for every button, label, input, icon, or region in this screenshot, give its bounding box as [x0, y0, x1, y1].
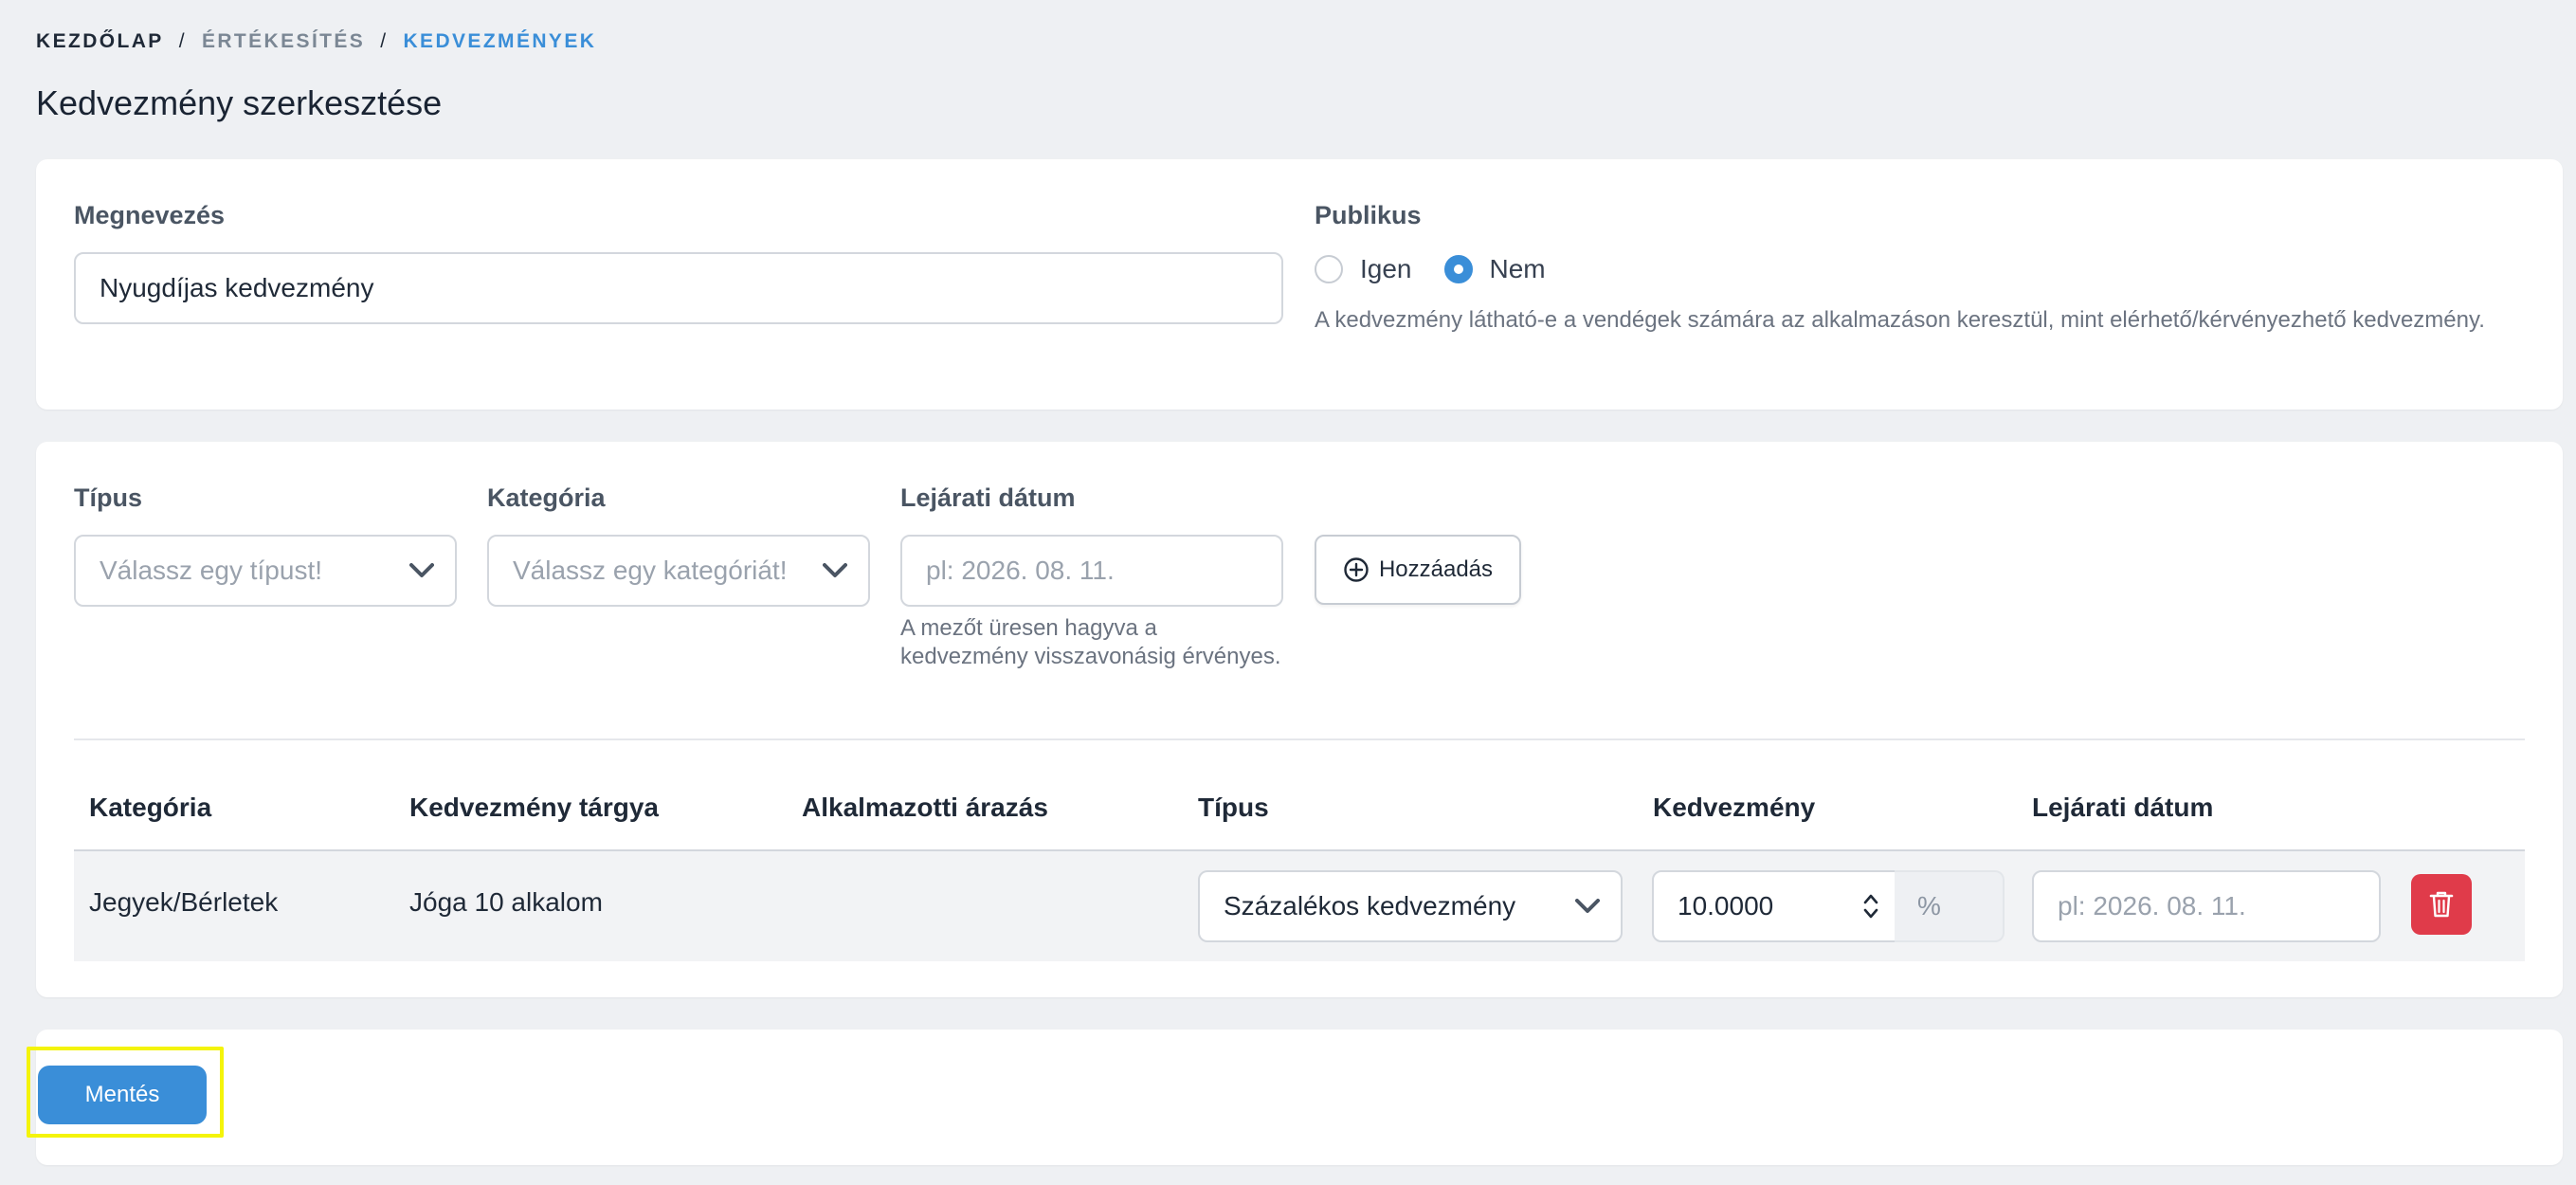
- public-radio-group: Igen Nem: [1315, 254, 1546, 284]
- name-input-value: Nyugdíjas kedvezmény: [100, 273, 374, 302]
- public-help-text: A kedvezmény látható-e a vendégek számár…: [1315, 307, 2485, 333]
- save-button[interactable]: Mentés: [38, 1066, 207, 1124]
- public-radio-no[interactable]: [1443, 255, 1473, 283]
- section-divider: [74, 738, 2525, 740]
- column-header-expiry: Lejárati dátum: [2032, 793, 2214, 822]
- column-header-category: Kategória: [89, 793, 212, 822]
- trash-icon: [2429, 891, 2454, 918]
- page-title: Kedvezmény szerkesztése: [36, 83, 443, 122]
- column-header-discount: Kedvezmény: [1653, 793, 1816, 822]
- breadcrumb-separator: /: [380, 30, 389, 52]
- row-discount-value: 10.0000: [1678, 891, 1774, 921]
- general-card: Megnevezés Nyugdíjas kedvezmény Publikus…: [36, 159, 2563, 410]
- chevron-down-icon: [409, 563, 434, 577]
- breadcrumb-home[interactable]: KEZDŐLAP: [36, 30, 164, 53]
- chevron-down-icon: [1575, 899, 1600, 913]
- expiry-date-input[interactable]: pl: 2026. 08. 11.: [900, 535, 1283, 607]
- row-discount-unit: %: [1895, 870, 2005, 942]
- delete-row-button[interactable]: [2411, 874, 2472, 935]
- chevron-down-icon: [823, 563, 847, 577]
- category-label: Kategória: [487, 483, 606, 512]
- public-radio-yes-label[interactable]: Igen: [1360, 254, 1412, 284]
- expiry-help-line-2: kedvezmény visszavonásig érvényes.: [900, 644, 1281, 669]
- breadcrumb-current[interactable]: KEDVEZMÉNYEK: [403, 30, 596, 53]
- category-select[interactable]: Válassz egy kategóriát!: [487, 535, 870, 607]
- name-input[interactable]: Nyugdíjas kedvezmény: [74, 252, 1283, 324]
- public-radio-no-label[interactable]: Nem: [1490, 254, 1546, 284]
- type-select[interactable]: Válassz egy típust!: [74, 535, 457, 607]
- breadcrumb-sales[interactable]: ÉRTÉKESÍTÉS: [202, 30, 365, 53]
- breadcrumb-separator: /: [178, 30, 187, 52]
- row-discount-input[interactable]: 10.0000: [1652, 870, 1896, 942]
- column-header-type: Típus: [1198, 793, 1269, 822]
- add-button-label: Hozzáadás: [1378, 556, 1494, 582]
- type-select-placeholder: Válassz egy típust!: [100, 556, 323, 585]
- column-header-subject: Kedvezmény tárgya: [409, 793, 660, 822]
- row-expiry-date-input[interactable]: pl: 2026. 08. 11.: [2032, 870, 2381, 942]
- breadcrumb: KEZDŐLAP / ÉRTÉKESÍTÉS / KEDVEZMÉNYEK: [36, 30, 596, 53]
- row-expiry-date-placeholder: pl: 2026. 08. 11.: [2058, 891, 2246, 921]
- row-category: Jegyek/Bérletek: [89, 887, 279, 917]
- expiry-date-placeholder: pl: 2026. 08. 11.: [926, 556, 1115, 585]
- row-type-select[interactable]: Százalékos kedvezmény: [1198, 870, 1623, 942]
- column-header-employee-pricing: Alkalmazotti árazás: [802, 793, 1048, 822]
- category-select-placeholder: Válassz egy kategóriát!: [513, 556, 788, 585]
- type-label: Típus: [74, 483, 142, 512]
- public-radio-yes[interactable]: [1315, 255, 1343, 283]
- row-type-select-value: Százalékos kedvezmény: [1224, 891, 1516, 921]
- add-button[interactable]: Hozzáadás: [1315, 535, 1521, 605]
- discount-items-card: Típus Válassz egy típust! Kategória Vála…: [36, 442, 2563, 997]
- plus-circle-icon: [1344, 557, 1369, 582]
- expiry-help-line-1: A mezőt üresen hagyva a: [900, 615, 1157, 641]
- actions-card: [36, 1030, 2563, 1165]
- name-label: Megnevezés: [74, 201, 226, 229]
- expiry-label: Lejárati dátum: [900, 483, 1076, 512]
- public-label: Publikus: [1315, 201, 1422, 229]
- number-spinner-icon[interactable]: [1862, 892, 1879, 921]
- row-subject: Jóga 10 alkalom: [409, 887, 603, 917]
